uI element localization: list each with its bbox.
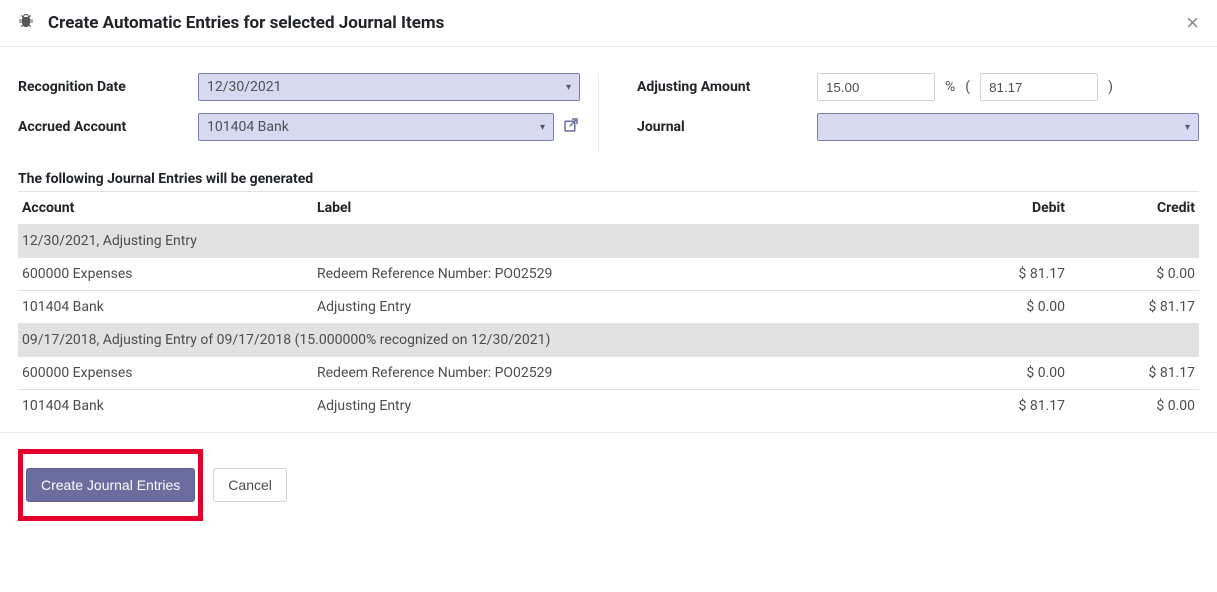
close-button[interactable]: ×: [1186, 12, 1199, 34]
bug-icon[interactable]: [18, 13, 34, 33]
table-row: 600000 Expenses Redeem Reference Number:…: [18, 258, 1199, 291]
table-row: 600000 Expenses Redeem Reference Number:…: [18, 357, 1199, 390]
adjusting-amount-input[interactable]: [980, 73, 1098, 101]
chevron-down-icon: ▾: [540, 122, 545, 133]
cell-label: Adjusting Entry: [313, 390, 939, 423]
accrued-account-select[interactable]: 101404 Bank ▾: [198, 113, 554, 141]
cell-credit: $ 0.00: [1069, 390, 1199, 423]
recognition-date-label: Recognition Date: [18, 79, 198, 95]
cell-debit: $ 81.17: [939, 390, 1069, 423]
generated-entries-heading: The following Journal Entries will be ge…: [18, 171, 1199, 187]
modal-body: Recognition Date 12/30/2021 ▾ Accrued Ac…: [0, 47, 1217, 432]
table-row: 101404 Bank Adjusting Entry $ 0.00 $ 81.…: [18, 291, 1199, 324]
paren-open: (: [965, 79, 970, 95]
external-link-icon[interactable]: [562, 116, 580, 139]
cell-label: Redeem Reference Number: PO02529: [313, 357, 939, 390]
cell-account: 600000 Expenses: [18, 258, 313, 291]
modal-title: Create Automatic Entries for selected Jo…: [48, 13, 444, 33]
create-journal-entries-button[interactable]: Create Journal Entries: [26, 468, 195, 502]
group-row: 12/30/2021, Adjusting Entry: [18, 225, 1199, 258]
form-col-left: Recognition Date 12/30/2021 ▾ Accrued Ac…: [18, 73, 599, 153]
col-label: Label: [313, 192, 939, 225]
journal-label: Journal: [637, 119, 817, 135]
adjusting-percent-input[interactable]: [817, 73, 935, 101]
cancel-button[interactable]: Cancel: [213, 468, 287, 502]
cell-credit: $ 0.00: [1069, 258, 1199, 291]
cell-account: 101404 Bank: [18, 291, 313, 324]
modal-footer: Create Journal Entries Cancel: [0, 432, 1217, 537]
cell-account: 101404 Bank: [18, 390, 313, 423]
group-title: 12/30/2021, Adjusting Entry: [18, 225, 1199, 258]
field-journal: Journal ▾: [637, 113, 1199, 141]
field-recognition-date: Recognition Date 12/30/2021 ▾: [18, 73, 580, 101]
group-title: 09/17/2018, Adjusting Entry of 09/17/201…: [18, 324, 1199, 357]
form-row: Recognition Date 12/30/2021 ▾ Accrued Ac…: [18, 73, 1199, 153]
form-col-right: Adjusting Amount % ( ) Journal ▾: [619, 73, 1199, 153]
chevron-down-icon: ▾: [566, 82, 571, 93]
modal-header: Create Automatic Entries for selected Jo…: [0, 0, 1217, 47]
table-row: 101404 Bank Adjusting Entry $ 81.17 $ 0.…: [18, 390, 1199, 423]
cell-debit: $ 0.00: [939, 291, 1069, 324]
group-row: 09/17/2018, Adjusting Entry of 09/17/201…: [18, 324, 1199, 357]
field-accrued-account: Accrued Account 101404 Bank ▾: [18, 113, 580, 141]
recognition-date-value: 12/30/2021: [207, 79, 282, 95]
journal-select[interactable]: ▾: [817, 113, 1199, 141]
recognition-date-input[interactable]: 12/30/2021 ▾: [198, 73, 580, 101]
col-credit: Credit: [1069, 192, 1199, 225]
adjusting-amount-label: Adjusting Amount: [637, 79, 817, 95]
cell-label: Redeem Reference Number: PO02529: [313, 258, 939, 291]
cell-debit: $ 0.00: [939, 357, 1069, 390]
cell-label: Adjusting Entry: [313, 291, 939, 324]
field-adjusting-amount: Adjusting Amount % ( ): [637, 73, 1199, 101]
col-debit: Debit: [939, 192, 1069, 225]
journal-entries-table: Account Label Debit Credit 12/30/2021, A…: [18, 191, 1199, 422]
cell-account: 600000 Expenses: [18, 357, 313, 390]
paren-close: ): [1108, 79, 1113, 95]
cell-credit: $ 81.17: [1069, 291, 1199, 324]
close-icon: ×: [1186, 10, 1199, 35]
accrued-account-label: Accrued Account: [18, 119, 198, 135]
percent-sign: %: [945, 79, 955, 95]
col-account: Account: [18, 192, 313, 225]
cell-credit: $ 81.17: [1069, 357, 1199, 390]
highlight-frame: Create Journal Entries: [18, 449, 203, 521]
accrued-account-value: 101404 Bank: [207, 119, 289, 135]
cell-debit: $ 81.17: [939, 258, 1069, 291]
chevron-down-icon: ▾: [1185, 122, 1190, 133]
